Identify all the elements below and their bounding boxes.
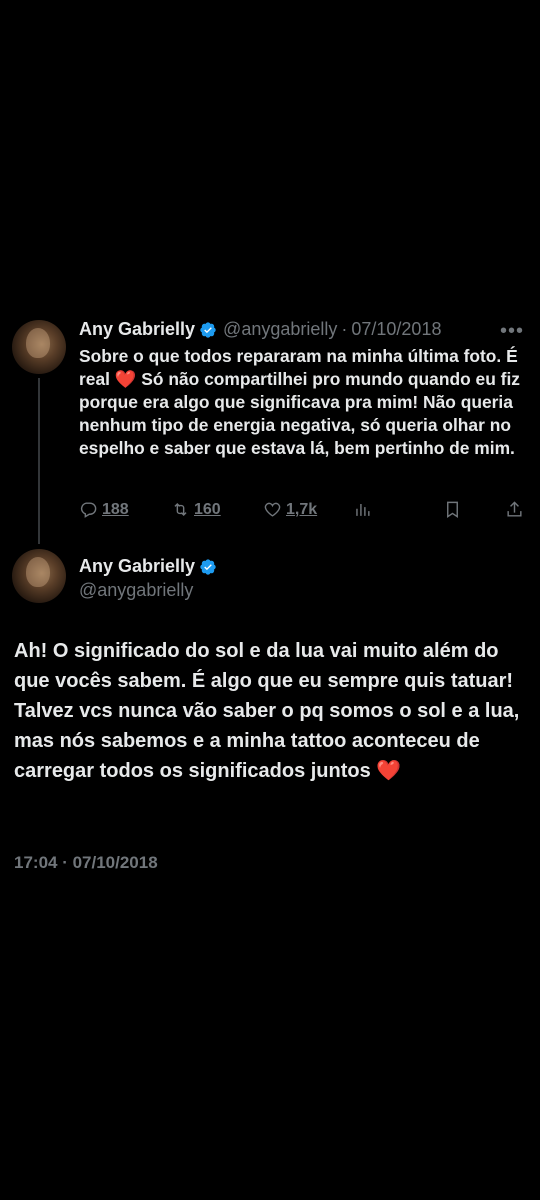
tweet-timestamp[interactable]: 17:04 · 07/10/2018 (14, 853, 158, 873)
retweet-icon (174, 502, 187, 517)
like-count: 1,7k (286, 500, 318, 518)
avatar[interactable] (12, 320, 66, 374)
tweet2-text-main: Ah! O significado do sol e da lua vai mu… (14, 640, 520, 782)
tweet1-header: Any Gabrielly @anygabrielly · 07/10/2018 (79, 319, 441, 340)
tweet1-text-part2: Só não compartilhei pro mundo quando eu … (79, 369, 520, 458)
verified-badge-icon (200, 321, 216, 338)
analytics-icon (356, 503, 370, 516)
heart-emoji-icon: ❤️ (376, 760, 402, 782)
share-button[interactable] (505, 500, 528, 519)
retweet-count: 160 (194, 500, 221, 518)
tweet-date[interactable]: 07/10/2018 (351, 319, 441, 340)
bookmark-icon (447, 501, 458, 518)
handle[interactable]: @anygabrielly (79, 580, 193, 601)
verified-badge-icon (200, 558, 216, 575)
reply-count: 188 (102, 500, 129, 518)
like-button[interactable]: 1,7k (263, 500, 317, 519)
tweet1-text: Sobre o que todos repararam na minha últ… (79, 345, 525, 460)
thread-connector-line (38, 378, 40, 544)
retweet-button[interactable]: 160 (171, 500, 221, 519)
heart-outline-icon (264, 502, 281, 517)
tweet2-header: Any Gabrielly (79, 556, 217, 577)
reply-button[interactable]: 188 (79, 500, 129, 519)
bookmark-button[interactable] (443, 500, 466, 519)
share-icon (507, 501, 522, 517)
display-name[interactable]: Any Gabrielly (79, 556, 195, 577)
tweet2-text: Ah! O significado do sol e da lua vai mu… (14, 636, 526, 786)
display-name[interactable]: Any Gabrielly (79, 319, 195, 340)
separator-dot: · (341, 319, 348, 339)
views-button[interactable] (353, 500, 376, 519)
avatar[interactable] (12, 549, 66, 603)
reply-icon (80, 502, 97, 518)
handle[interactable]: @anygabrielly (223, 319, 337, 340)
heart-emoji-icon: ❤️ (114, 369, 137, 389)
tweet1-actions: 188 160 1,7k (79, 500, 529, 522)
more-options-icon[interactable]: ••• (500, 320, 524, 343)
